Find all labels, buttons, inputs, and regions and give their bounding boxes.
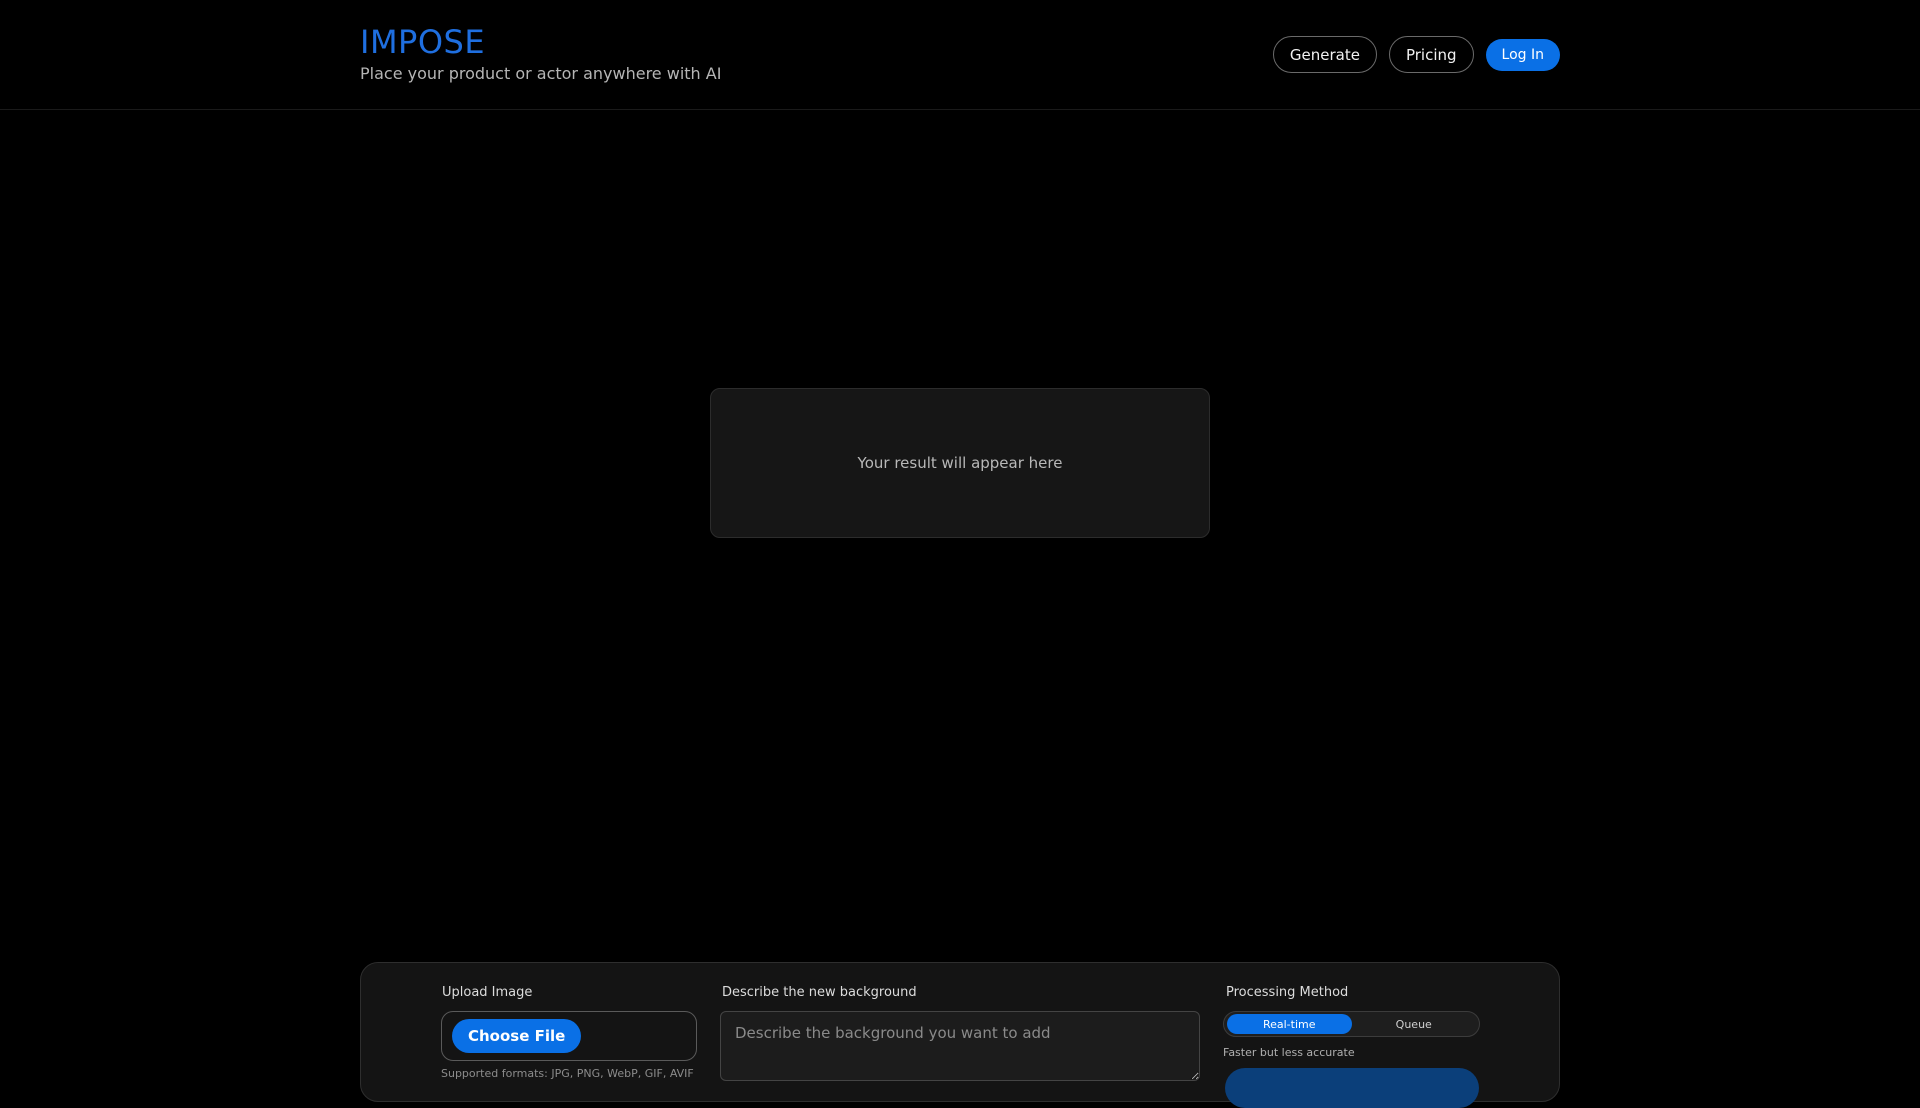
processing-method-hint: Faster but less accurate xyxy=(1223,1046,1355,1059)
processing-method-toggle: Real-time Queue xyxy=(1223,1011,1480,1037)
upload-image-label: Upload Image xyxy=(442,985,533,1000)
login-button[interactable]: Log In xyxy=(1485,38,1560,71)
queue-option[interactable]: Queue xyxy=(1352,1014,1477,1034)
nav-generate-button[interactable]: Generate xyxy=(1272,36,1377,73)
realtime-option[interactable]: Real-time xyxy=(1227,1014,1352,1034)
result-placeholder-text: Your result will appear here xyxy=(857,454,1063,472)
nav-pricing-button[interactable]: Pricing xyxy=(1388,36,1474,73)
control-panel: Upload Image Choose File Supported forma… xyxy=(360,962,1560,1108)
brand-tagline: Place your product or actor anywhere wit… xyxy=(360,64,722,83)
brand: IMPOSE Place your product or actor anywh… xyxy=(360,22,721,84)
background-description-input[interactable] xyxy=(720,1011,1200,1081)
file-upload-field[interactable]: Choose File xyxy=(441,1011,697,1061)
background-description-label: Describe the new background xyxy=(722,985,917,1000)
supported-formats-text: Supported formats: JPG, PNG, WebP, GIF, … xyxy=(441,1067,694,1080)
choose-file-button[interactable]: Choose File xyxy=(452,1019,582,1053)
generate-submit-button[interactable] xyxy=(1225,1068,1479,1108)
result-preview: Your result will appear here xyxy=(710,388,1210,538)
main-nav: Generate Pricing Log In xyxy=(1272,36,1560,73)
top-header: IMPOSE Place your product or actor anywh… xyxy=(0,0,1920,110)
brand-logo-text[interactable]: IMPOSE xyxy=(360,22,721,62)
processing-method-label: Processing Method xyxy=(1226,985,1349,1000)
